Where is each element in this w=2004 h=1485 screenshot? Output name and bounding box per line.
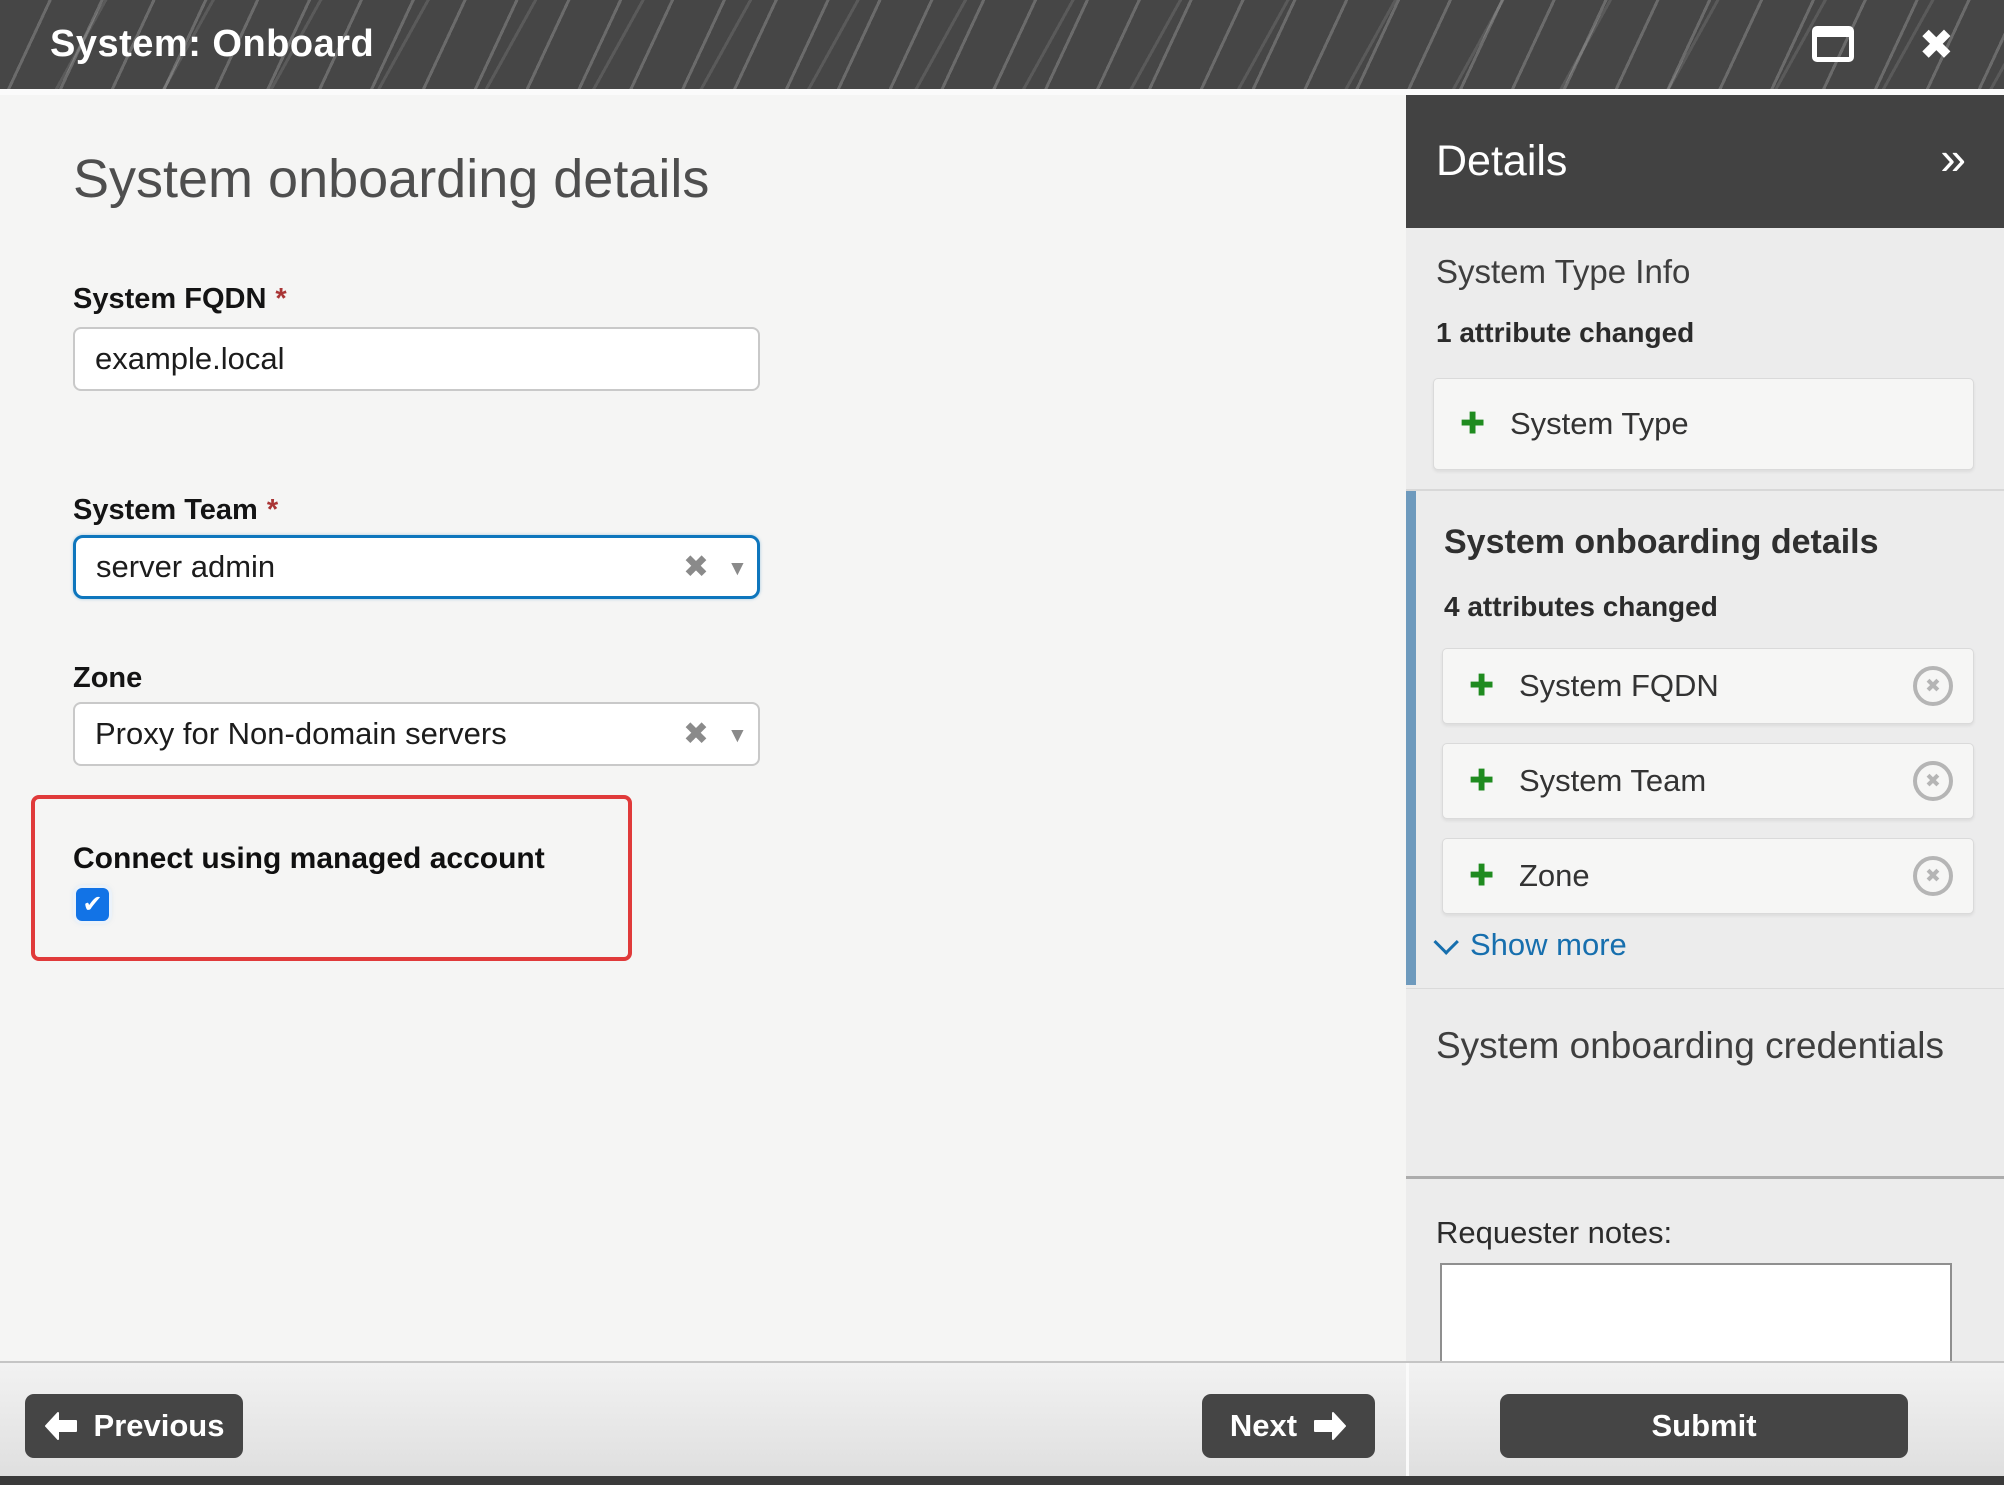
section-system-type-info-summary: 1 attribute changed bbox=[1436, 317, 1694, 349]
close-icon[interactable]: ✖ bbox=[1919, 0, 1954, 89]
titlebar: System: Onboard ✖ bbox=[0, 0, 2004, 89]
attribute-card-zone: ✚ Zone ✖ bbox=[1442, 838, 1974, 914]
required-marker: * bbox=[275, 283, 286, 315]
next-button[interactable]: Next bbox=[1202, 1394, 1375, 1458]
window-title: System: Onboard bbox=[50, 0, 374, 89]
attribute-label: Zone bbox=[1519, 858, 1590, 894]
maximize-window-icon[interactable] bbox=[1812, 26, 1854, 62]
requester-notes-label: Requester notes: bbox=[1436, 1215, 1672, 1251]
section-onboarding-details-heading: System onboarding details bbox=[1444, 523, 1879, 562]
zone-value: Proxy for Non-domain servers bbox=[95, 716, 507, 752]
required-marker: * bbox=[267, 494, 278, 526]
system-team-label-text: System Team bbox=[73, 494, 258, 526]
active-section-indicator bbox=[1406, 491, 1416, 985]
details-panel: Details » System Type Info 1 attribute c… bbox=[1406, 95, 2004, 1361]
managed-account-label: Connect using managed account bbox=[73, 842, 545, 876]
system-fqdn-label: System FQDN * bbox=[73, 283, 287, 316]
attribute-card-system-fqdn: ✚ System FQDN ✖ bbox=[1442, 648, 1974, 724]
system-team-clear-icon[interactable]: ✖ bbox=[683, 549, 709, 585]
system-fqdn-input[interactable] bbox=[73, 327, 760, 391]
plus-icon: ✚ bbox=[1469, 859, 1494, 894]
section-onboarding-details-summary: 4 attributes changed bbox=[1444, 591, 1718, 623]
attribute-card-system-team: ✚ System Team ✖ bbox=[1442, 743, 1974, 819]
section-system-type-info-heading: System Type Info bbox=[1436, 253, 1690, 291]
attribute-label: System FQDN bbox=[1519, 668, 1719, 704]
plus-icon: ✚ bbox=[1469, 764, 1494, 799]
arrow-left-icon bbox=[44, 1412, 78, 1440]
remove-attribute-icon[interactable]: ✖ bbox=[1913, 856, 1953, 896]
details-panel-title: Details bbox=[1436, 95, 1567, 228]
attribute-label: System Type bbox=[1510, 406, 1689, 442]
zone-dropdown-icon[interactable]: ▼ bbox=[727, 724, 748, 748]
page-title: System onboarding details bbox=[73, 148, 709, 210]
remove-attribute-icon[interactable]: ✖ bbox=[1913, 666, 1953, 706]
submit-button-label: Submit bbox=[1651, 1408, 1756, 1444]
plus-icon: ✚ bbox=[1460, 407, 1485, 442]
show-more-label: Show more bbox=[1470, 927, 1627, 963]
highlight-annotation-box bbox=[31, 795, 632, 961]
system-team-label: System Team * bbox=[73, 494, 278, 527]
footer-bar: Previous Next Submit bbox=[0, 1361, 2004, 1476]
system-team-combobox[interactable]: server admin bbox=[73, 535, 760, 599]
plus-icon: ✚ bbox=[1469, 669, 1494, 704]
app-window: System: Onboard ✖ System onboarding deta… bbox=[0, 0, 2004, 1485]
remove-attribute-icon[interactable]: ✖ bbox=[1913, 761, 1953, 801]
show-more-link[interactable]: Show more bbox=[1440, 927, 1627, 963]
zone-combobox[interactable]: Proxy for Non-domain servers bbox=[73, 702, 760, 766]
managed-account-checkbox[interactable]: ✔ bbox=[76, 888, 109, 921]
previous-button[interactable]: Previous bbox=[25, 1394, 243, 1458]
next-button-label: Next bbox=[1230, 1408, 1297, 1444]
previous-button-label: Previous bbox=[94, 1408, 225, 1444]
zone-label: Zone bbox=[73, 662, 142, 695]
zone-clear-icon[interactable]: ✖ bbox=[683, 716, 709, 752]
section-credentials-heading: System onboarding credentials bbox=[1436, 1025, 1944, 1067]
collapse-panel-icon[interactable]: » bbox=[1940, 95, 1966, 228]
attribute-card-system-type: ✚ System Type bbox=[1433, 378, 1974, 470]
arrow-right-icon bbox=[1313, 1412, 1347, 1440]
notes-divider bbox=[1406, 1176, 2004, 1179]
system-fqdn-label-text: System FQDN bbox=[73, 283, 266, 315]
attribute-label: System Team bbox=[1519, 763, 1706, 799]
checkmark-icon: ✔ bbox=[82, 890, 102, 919]
section-divider bbox=[1406, 489, 2004, 491]
section-divider bbox=[1406, 988, 2004, 989]
window-bottom-edge bbox=[0, 1476, 2004, 1485]
chevron-down-icon bbox=[1433, 929, 1458, 954]
system-team-value: server admin bbox=[96, 549, 275, 585]
system-team-dropdown-icon[interactable]: ▼ bbox=[727, 557, 748, 581]
footer-divider bbox=[1406, 1363, 1409, 1478]
zone-label-text: Zone bbox=[73, 662, 142, 694]
submit-button[interactable]: Submit bbox=[1500, 1394, 1908, 1458]
details-panel-header: Details » bbox=[1406, 95, 2004, 228]
